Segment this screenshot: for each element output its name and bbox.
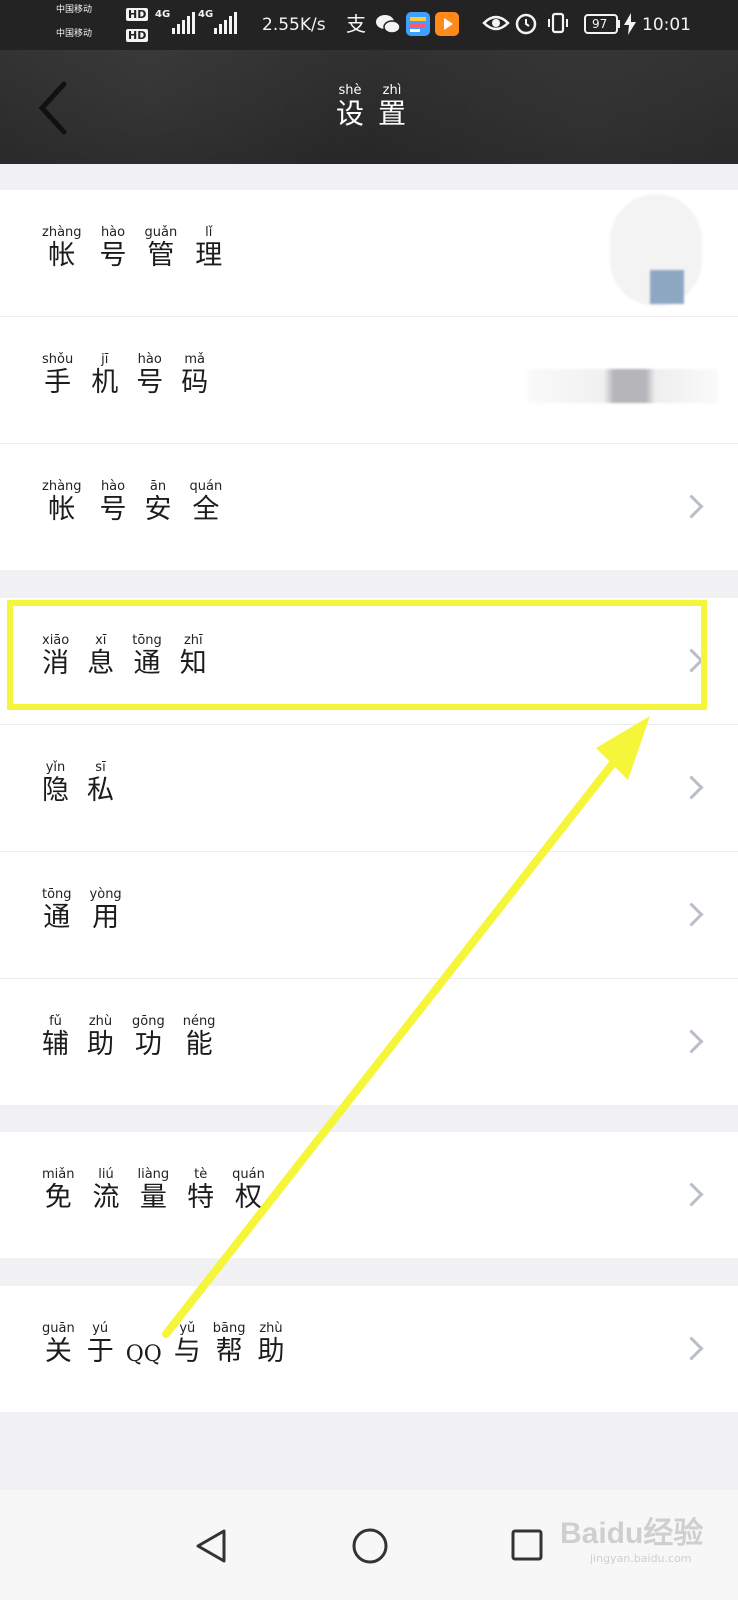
watermark: Baidu经验 jingyan.baidu.com <box>560 1517 704 1565</box>
circle-home-icon <box>352 1528 388 1564</box>
triangle-back-icon <box>196 1529 226 1563</box>
system-nav-bar: Baidu经验 jingyan.baidu.com <box>0 1490 738 1600</box>
square-recents-icon <box>511 1529 543 1561</box>
nav-recents-button[interactable] <box>510 1528 544 1566</box>
nav-back-button[interactable] <box>194 1528 228 1568</box>
nav-home-button[interactable] <box>351 1527 389 1569</box>
annotation-arrow <box>162 716 650 1338</box>
